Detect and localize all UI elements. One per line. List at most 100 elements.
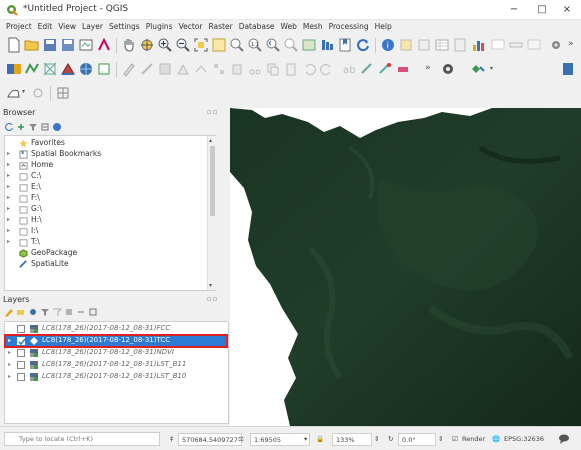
add-feature-icon[interactable]: [175, 61, 191, 77]
add-group-icon[interactable]: [16, 307, 26, 317]
menu-web[interactable]: Web: [277, 20, 299, 34]
scale-dropdown-icon[interactable]: ▾: [304, 433, 307, 446]
plugin-settings-icon[interactable]: [548, 37, 564, 53]
zoom-next-icon[interactable]: [283, 37, 299, 53]
python-console-icon[interactable]: [470, 61, 486, 77]
expand-arrow-icon[interactable]: ▸: [8, 337, 11, 344]
menu-plugins[interactable]: Plugins: [143, 20, 176, 34]
rotation-spin-icon[interactable]: ⇕: [438, 433, 443, 446]
filter-legend-icon[interactable]: [52, 307, 62, 317]
messages-icon[interactable]: [558, 433, 570, 445]
locator-search-input[interactable]: [4, 432, 160, 446]
browser-properties-icon[interactable]: [52, 122, 62, 132]
vertex-tool-icon[interactable]: [211, 61, 227, 77]
edit-tool-icon[interactable]: [139, 61, 155, 77]
add-delimited-text-icon[interactable]: ,: [96, 61, 112, 77]
zoom-in-icon[interactable]: [157, 37, 173, 53]
annotation-icon[interactable]: [526, 37, 542, 53]
layer-visibility-checkbox[interactable]: [17, 325, 25, 333]
minimize-button[interactable]: −: [500, 0, 528, 20]
browser-filter-icon[interactable]: [28, 122, 38, 132]
field-calculator-icon[interactable]: [452, 37, 468, 53]
refresh-icon[interactable]: [355, 37, 371, 53]
menu-database[interactable]: Database: [236, 20, 278, 34]
toolbar-overflow-button[interactable]: »: [568, 39, 574, 49]
layer-item-lst-b11[interactable]: ▸ LC8(178_26)(2017-08-12_08-31)LST_B11: [5, 359, 227, 371]
zoom-out-icon[interactable]: [175, 37, 191, 53]
layer-visibility-checkbox[interactable]: [17, 337, 26, 346]
statistics-icon[interactable]: [470, 37, 486, 53]
expand-arrow-icon[interactable]: ▸: [8, 373, 11, 380]
deselect-features-icon[interactable]: [416, 37, 432, 53]
delete-selected-icon[interactable]: [229, 61, 245, 77]
expand-arrow-icon[interactable]: ▸: [7, 150, 10, 157]
expand-all-icon[interactable]: [64, 307, 74, 317]
scale-combo[interactable]: 1:69505: [250, 433, 310, 446]
rotation-field[interactable]: 0.0°: [398, 433, 436, 446]
zoom-to-layer-icon[interactable]: [229, 37, 245, 53]
scroll-up-icon[interactable]: ▴: [209, 137, 212, 144]
browser-refresh-icon[interactable]: [4, 122, 14, 132]
layer-item-tcc[interactable]: ▸ LC8(178_26)(2017-08-12_08-31)TCC: [4, 334, 228, 348]
new-print-layout-icon[interactable]: [78, 37, 94, 53]
map-tips-icon[interactable]: [490, 37, 506, 53]
menu-project[interactable]: Project: [0, 20, 35, 34]
layer-visibility-checkbox[interactable]: [17, 373, 25, 381]
measure-icon[interactable]: [508, 37, 524, 53]
expand-arrow-icon[interactable]: ▸: [7, 161, 10, 168]
expand-arrow-icon[interactable]: ▸: [7, 205, 10, 212]
menu-edit[interactable]: Edit: [35, 20, 56, 34]
expand-arrow-icon[interactable]: ▸: [8, 361, 11, 368]
layer-item-ndvi[interactable]: ▸ LC8(178_26)(2017-08-12_08-31)NDVI: [5, 347, 227, 359]
georeferencer-icon[interactable]: [55, 85, 71, 101]
collapse-all-icon[interactable]: [76, 307, 86, 317]
manage-map-themes-icon[interactable]: [28, 307, 38, 317]
style-manager-icon[interactable]: [96, 37, 112, 53]
maximize-button[interactable]: □: [528, 0, 556, 20]
edit-save-icon[interactable]: [157, 61, 173, 77]
new-map-view-icon[interactable]: [301, 37, 317, 53]
annotation-tool-icon[interactable]: [6, 85, 22, 101]
redo-icon[interactable]: [319, 61, 335, 77]
layers-filter-icon[interactable]: [40, 307, 50, 317]
menu-layer[interactable]: Layer: [79, 20, 106, 34]
style-panel-icon[interactable]: [4, 307, 14, 317]
zoom-native-icon[interactable]: 1:1: [247, 37, 263, 53]
menu-view[interactable]: View: [55, 20, 79, 34]
label-color-icon[interactable]: [395, 61, 411, 77]
expand-arrow-icon[interactable]: ▸: [8, 349, 11, 356]
expand-arrow-icon[interactable]: ▸: [7, 172, 10, 179]
lock-scale-icon[interactable]: 🔒: [316, 433, 324, 446]
locator-icon[interactable]: [30, 85, 46, 101]
satellite-raster-image[interactable]: [230, 108, 581, 426]
label-tool-icon[interactable]: ab: [341, 61, 357, 77]
expand-arrow-icon[interactable]: ▸: [7, 227, 10, 234]
remove-layer-icon[interactable]: [88, 307, 98, 317]
data-source-manager-icon[interactable]: [6, 61, 22, 77]
temporal-controller-icon[interactable]: [319, 37, 335, 53]
add-mesh-layer-icon[interactable]: [60, 61, 76, 77]
map-canvas[interactable]: [230, 108, 581, 426]
undo-icon[interactable]: [301, 61, 317, 77]
save-project-icon[interactable]: [42, 37, 58, 53]
expand-arrow-icon[interactable]: ▸: [7, 238, 10, 245]
new-bookmark-icon[interactable]: [337, 37, 353, 53]
scroll-down-icon[interactable]: ▾: [209, 282, 212, 289]
add-wms-layer-icon[interactable]: [78, 61, 94, 77]
toolbar2-overflow-button[interactable]: »: [425, 63, 431, 73]
menu-mesh[interactable]: Mesh: [300, 20, 326, 34]
pan-map-icon[interactable]: [121, 37, 137, 53]
open-project-icon[interactable]: [24, 37, 40, 53]
browser-scrollbar-thumb[interactable]: [210, 146, 215, 216]
close-button[interactable]: ×: [553, 0, 581, 20]
globe-icon[interactable]: 🌐: [492, 433, 500, 446]
annotation-dropdown-icon[interactable]: ▾: [22, 88, 25, 95]
magnifier-field[interactable]: 133%: [332, 433, 372, 446]
edit-pencil-icon[interactable]: [121, 61, 137, 77]
menu-processing[interactable]: Processing: [326, 20, 372, 34]
menu-vector[interactable]: Vector: [176, 20, 206, 34]
select-features-icon[interactable]: [398, 37, 414, 53]
browser-panel-float-close-icon[interactable]: ▫▫: [207, 108, 219, 116]
copy-features-icon[interactable]: [265, 61, 281, 77]
cut-features-icon[interactable]: [247, 61, 263, 77]
